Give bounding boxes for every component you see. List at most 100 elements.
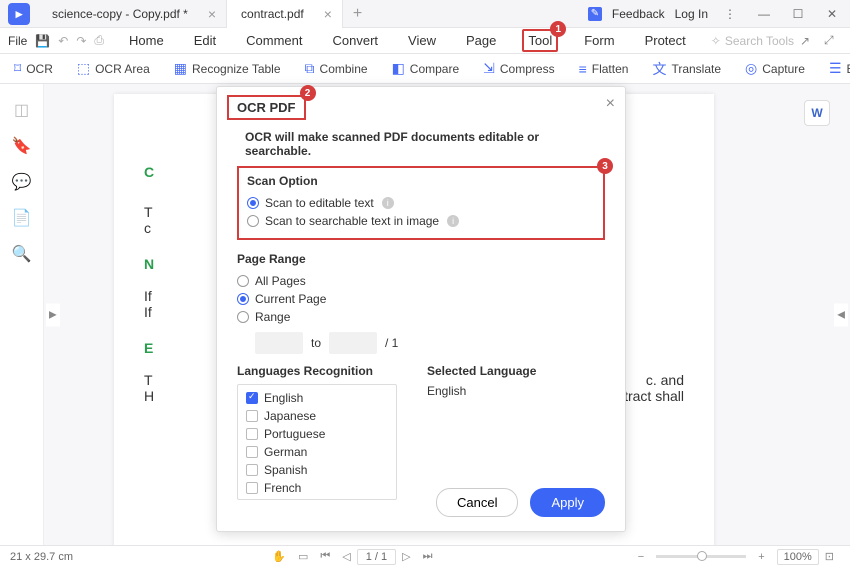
checkbox-icon[interactable]	[246, 446, 258, 458]
menu-edit[interactable]: Edit	[190, 31, 220, 50]
tab-document[interactable]: contract.pdf ×	[227, 0, 343, 28]
sidebar-left: ◫ 🔖 💬 📄 🔍	[0, 84, 44, 545]
next-page-arrow[interactable]: ◀	[834, 303, 848, 326]
next-page-icon[interactable]: ▷	[402, 550, 410, 563]
languages-title: Languages Recognition	[237, 364, 397, 378]
tb-translate[interactable]: 文Translate	[652, 59, 721, 79]
range-to-input[interactable]	[329, 332, 377, 354]
apply-button[interactable]: Apply	[530, 488, 605, 517]
feedback-link[interactable]: Feedback	[612, 7, 665, 21]
menu-form[interactable]: Form	[580, 31, 618, 50]
close-icon[interactable]: ×	[324, 6, 332, 22]
zoom-thumb[interactable]	[697, 551, 707, 561]
tb-compress[interactable]: ⇲Compress	[483, 60, 554, 77]
checkbox-icon[interactable]	[246, 464, 258, 476]
tb-recognize-table[interactable]: ▦Recognize Table	[174, 60, 281, 77]
dialog-title: OCR PDF 2	[227, 95, 306, 120]
menu-view[interactable]: View	[404, 31, 440, 50]
bookmarks-icon[interactable]: 🔖	[12, 136, 32, 156]
radio-icon[interactable]	[237, 275, 249, 287]
language-list[interactable]: English Japanese Portuguese German Spani…	[237, 384, 397, 500]
menu-convert[interactable]: Convert	[329, 31, 383, 50]
zoom-in-icon[interactable]: +	[758, 551, 764, 563]
tab-document[interactable]: science-copy - Copy.pdf * ×	[38, 0, 227, 28]
tb-capture[interactable]: ◎Capture	[745, 60, 805, 77]
search-icon[interactable]: 🔍	[12, 244, 32, 264]
lang-german[interactable]: German	[238, 443, 396, 461]
tb-compare[interactable]: ◧Compare	[392, 60, 460, 77]
menu-tool-label: Tool	[528, 33, 552, 48]
info-icon[interactable]: i	[447, 215, 459, 227]
lang-english[interactable]: English	[238, 389, 396, 407]
lang-spanish[interactable]: Spanish	[238, 461, 396, 479]
thumbnails-icon[interactable]: ◫	[14, 100, 29, 120]
prev-page-icon[interactable]: ◁	[342, 550, 350, 563]
tab-title: science-copy - Copy.pdf *	[52, 7, 188, 21]
close-window-icon[interactable]: ✕	[820, 4, 844, 24]
first-page-icon[interactable]: ⏮	[320, 550, 330, 563]
menu-home[interactable]: Home	[125, 31, 168, 50]
prev-page-arrow[interactable]: ▶	[46, 303, 60, 326]
radio-icon[interactable]	[237, 311, 249, 323]
menu-page[interactable]: Page	[462, 31, 500, 50]
radio-icon[interactable]	[247, 215, 259, 227]
cancel-button[interactable]: Cancel	[436, 488, 518, 517]
range-current[interactable]: Current Page	[237, 290, 605, 308]
tb-flatten[interactable]: ≡Flatten	[579, 61, 629, 77]
range-total: / 1	[385, 336, 398, 350]
attachments-icon[interactable]: 📄	[12, 208, 32, 228]
scan-option-searchable[interactable]: Scan to searchable text in image i	[247, 212, 595, 230]
kebab-icon[interactable]: ⋮	[718, 4, 742, 24]
zoom-slider[interactable]	[656, 555, 746, 558]
lang-japanese[interactable]: Japanese	[238, 407, 396, 425]
range-custom[interactable]: Range	[237, 308, 605, 326]
export-word-icon[interactable]: W	[804, 100, 830, 126]
fit-page-icon[interactable]: ⊡	[825, 550, 834, 563]
login-link[interactable]: Log In	[675, 7, 708, 21]
lang-french[interactable]: French	[238, 479, 396, 497]
dialog-close-icon[interactable]: ×	[606, 95, 615, 113]
undo-icon[interactable]: ↶	[58, 34, 68, 48]
menu-protect[interactable]: Protect	[641, 31, 690, 50]
save-icon[interactable]: 💾	[35, 34, 50, 48]
expand-icon[interactable]: ⤢	[824, 33, 842, 48]
combine-icon: ⧉	[305, 60, 315, 77]
tab-title: contract.pdf	[241, 7, 304, 21]
checkbox-icon[interactable]	[246, 482, 258, 494]
range-all[interactable]: All Pages	[237, 272, 605, 290]
menu-comment[interactable]: Comment	[242, 31, 306, 50]
checkbox-icon[interactable]	[246, 410, 258, 422]
scan-option-editable[interactable]: Scan to editable text i	[247, 194, 595, 212]
doc-text: C	[144, 164, 154, 180]
selected-language-title: Selected Language	[427, 364, 536, 378]
menu-tool[interactable]: Tool 1	[522, 29, 558, 52]
range-from-input[interactable]	[255, 332, 303, 354]
select-tool-icon[interactable]: ▭	[298, 550, 308, 563]
tb-ocr-area[interactable]: ⬚OCR Area	[77, 60, 150, 77]
lang-portuguese[interactable]: Portuguese	[238, 425, 396, 443]
zoom-value[interactable]: 100%	[777, 549, 819, 565]
last-page-icon[interactable]: ⏭	[423, 550, 433, 563]
add-tab-button[interactable]: +	[343, 5, 372, 23]
external-icon[interactable]: ↗	[800, 34, 818, 48]
radio-icon[interactable]	[247, 197, 259, 209]
print-icon[interactable]: ⎙	[94, 33, 104, 48]
checkbox-icon[interactable]	[246, 392, 258, 404]
comments-icon[interactable]: 💬	[12, 172, 32, 192]
selected-language-value: English	[427, 384, 536, 398]
checkbox-icon[interactable]	[246, 428, 258, 440]
tb-combine[interactable]: ⧉Combine	[305, 60, 368, 77]
minimize-icon[interactable]: —	[752, 4, 776, 24]
redo-icon[interactable]: ↷	[76, 34, 86, 48]
zoom-out-icon[interactable]: −	[638, 551, 644, 563]
titlebar: ▸ science-copy - Copy.pdf * × contract.p…	[0, 0, 850, 28]
file-menu[interactable]: File	[8, 34, 35, 48]
tb-batch[interactable]: ☰Ba›	[829, 60, 850, 77]
maximize-icon[interactable]: ☐	[786, 4, 810, 24]
tb-ocr[interactable]: ⌑OCR	[14, 60, 53, 77]
hand-tool-icon[interactable]: ✋	[272, 550, 286, 563]
search-tools[interactable]: ✧ Search Tools	[711, 34, 794, 48]
info-icon[interactable]: i	[382, 197, 394, 209]
close-icon[interactable]: ×	[208, 6, 216, 22]
radio-icon[interactable]	[237, 293, 249, 305]
